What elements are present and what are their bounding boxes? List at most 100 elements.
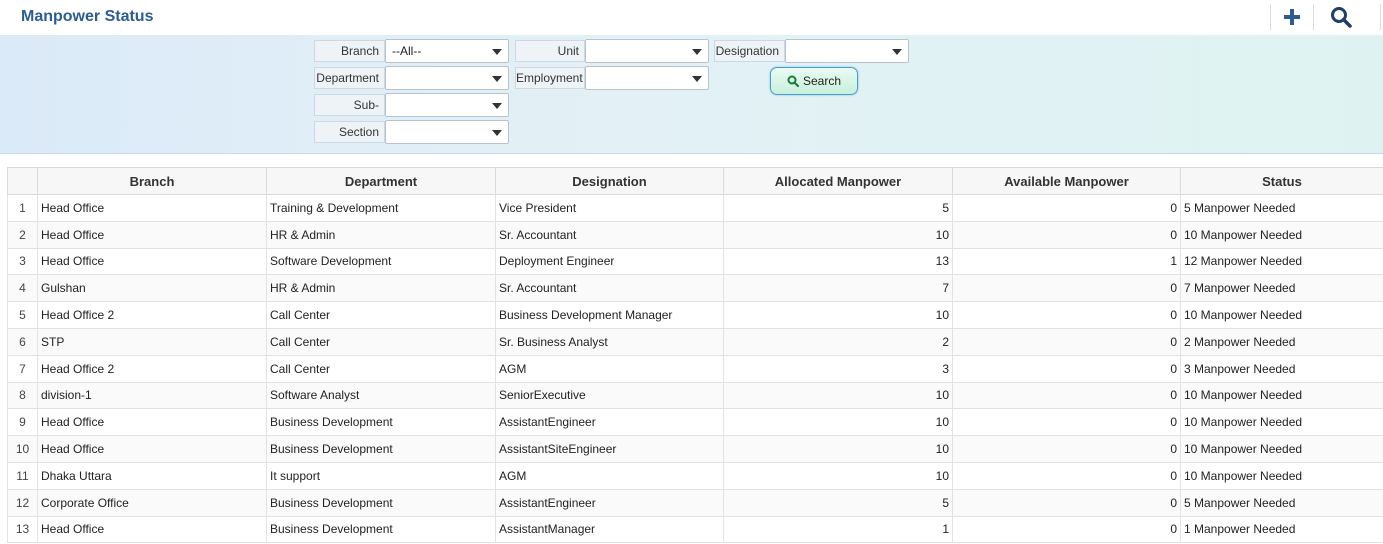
sub-label: Sub- [314, 94, 385, 116]
table-row[interactable]: 9 Head Office Business Development Assistan… [7, 408, 1383, 437]
department-label: Department [314, 67, 385, 89]
branch-cell: Gulshan [37, 274, 267, 303]
branch-select[interactable]: --All-- [385, 39, 509, 63]
header-divider [1380, 4, 1381, 30]
row-index: 13 [7, 515, 38, 544]
department-cell: Business Development [266, 515, 496, 544]
add-button[interactable] [1271, 3, 1313, 31]
section-label: Section [314, 121, 385, 143]
designation-cell: AGM [495, 461, 724, 490]
table-row[interactable]: 1 Head Office Training & Development Vice P… [7, 194, 1383, 222]
table-row[interactable]: 2 Head Office HR & Admin Sr. Accountant 10 0 1… [7, 220, 1383, 249]
page-title: Manpower Status [21, 8, 154, 25]
designation-select[interactable] [785, 39, 909, 63]
row-index: 1 [7, 194, 38, 222]
search-button-label: Search [802, 74, 842, 88]
department-cell: Call Center [266, 354, 496, 383]
branch-value: --All-- [392, 44, 422, 58]
table-row[interactable]: 12 Corporate Office Business Development As… [7, 488, 1383, 517]
branch-cell: Head Office 2 [37, 301, 267, 329]
status-cell: 12 Manpower Needed [1180, 247, 1383, 276]
status-cell: 10 Manpower Needed [1180, 301, 1383, 329]
branch-cell: Corporate Office [37, 488, 267, 517]
designation-cell: Vice President [495, 194, 724, 222]
table-row[interactable]: 7 Head Office 2 Call Center AGM 3 0 3 Manpower… [7, 354, 1383, 383]
department-cell: Call Center [266, 327, 496, 356]
table-row[interactable]: 4 Gulshan HR & Admin Sr. Accountant 7 0 7 Manp… [7, 274, 1383, 303]
status-cell: 10 Manpower Needed [1180, 220, 1383, 249]
chevron-down-icon [692, 49, 702, 55]
branch-cell: Head Office [37, 435, 267, 463]
designation-cell: Sr. Accountant [495, 220, 724, 249]
table-header-row: Branch Department Designation Allocated … [7, 167, 1383, 195]
chevron-down-icon [492, 49, 502, 55]
department-select[interactable] [385, 66, 509, 90]
table-row[interactable]: 5 Head Office 2 Call Center Business Develo… [7, 301, 1383, 329]
department-cell: Business Development [266, 488, 496, 517]
designation-cell: SeniorExecutive [495, 381, 724, 410]
chevron-down-icon [892, 49, 902, 55]
table-row[interactable]: 3 Head Office Software Development Deployme… [7, 247, 1383, 276]
unit-label: Unit [515, 40, 585, 62]
allocated-cell: 10 [723, 381, 953, 410]
branch-cell: Head Office [37, 220, 267, 249]
allocated-cell: 13 [723, 247, 953, 276]
column-header-available-manpower[interactable]: Available Manpower [952, 167, 1181, 195]
search-icon [787, 75, 799, 87]
employment-label: Employment [515, 67, 585, 89]
search-button[interactable]: Search [770, 67, 858, 95]
sub-select[interactable] [385, 93, 509, 117]
allocated-cell: 10 [723, 301, 953, 329]
status-cell: 2 Manpower Needed [1180, 327, 1383, 356]
table-row[interactable]: 11 Dhaka Uttara It support AGM 10 0 10 Manpowe… [7, 461, 1383, 490]
allocated-cell: 2 [723, 327, 953, 356]
branch-cell: Head Office 2 [37, 354, 267, 383]
chevron-down-icon [492, 103, 502, 109]
branch-cell: Head Office [37, 194, 267, 222]
search-toggle-button[interactable] [1320, 3, 1362, 31]
column-header-branch[interactable]: Branch [37, 167, 267, 195]
row-index: 7 [7, 354, 38, 383]
chevron-down-icon [692, 76, 702, 82]
row-index: 12 [7, 488, 38, 517]
department-cell: Business Development [266, 435, 496, 463]
allocated-cell: 1 [723, 515, 953, 544]
branch-cell: Dhaka Uttara [37, 461, 267, 490]
status-cell: 10 Manpower Needed [1180, 461, 1383, 490]
plus-icon [1284, 9, 1300, 25]
status-cell: 5 Manpower Needed [1180, 194, 1383, 222]
header-divider [1313, 4, 1314, 30]
allocated-cell: 10 [723, 435, 953, 463]
status-cell: 7 Manpower Needed [1180, 274, 1383, 303]
table-row[interactable]: 6 STP Call Center Sr. Business Analyst 2 0 2 M… [7, 327, 1383, 356]
table-row[interactable]: 13 Head Office Business Development Assista… [7, 515, 1383, 544]
column-header-status[interactable]: Status [1180, 167, 1383, 195]
employment-select[interactable] [585, 66, 709, 90]
filter-panel: Branch --All-- Unit Designation Departme… [0, 35, 1383, 154]
available-cell: 0 [952, 461, 1181, 490]
status-cell: 3 Manpower Needed [1180, 354, 1383, 383]
search-icon [1331, 7, 1352, 28]
page-header: Manpower Status [0, 0, 1383, 35]
section-select[interactable] [385, 120, 509, 144]
department-cell: HR & Admin [266, 220, 496, 249]
row-index: 5 [7, 301, 38, 329]
available-cell: 0 [952, 435, 1181, 463]
row-index: 4 [7, 274, 38, 303]
allocated-cell: 7 [723, 274, 953, 303]
branch-cell: Head Office [37, 515, 267, 544]
allocated-cell: 5 [723, 488, 953, 517]
allocated-cell: 10 [723, 408, 953, 437]
table-row[interactable]: 8 division-1 Software Analyst SeniorExecuti… [7, 381, 1383, 410]
column-header-designation[interactable]: Designation [495, 167, 724, 195]
available-cell: 0 [952, 408, 1181, 437]
available-cell: 0 [952, 301, 1181, 329]
column-header-department[interactable]: Department [266, 167, 496, 195]
table-row[interactable]: 10 Head Office Business Development Assista… [7, 435, 1383, 463]
unit-select[interactable] [585, 39, 709, 63]
designation-cell: Business Development Manager [495, 301, 724, 329]
available-cell: 0 [952, 354, 1181, 383]
available-cell: 0 [952, 194, 1181, 222]
column-header-allocated-manpower[interactable]: Allocated Manpower [723, 167, 953, 195]
status-cell: 1 Manpower Needed [1180, 515, 1383, 544]
